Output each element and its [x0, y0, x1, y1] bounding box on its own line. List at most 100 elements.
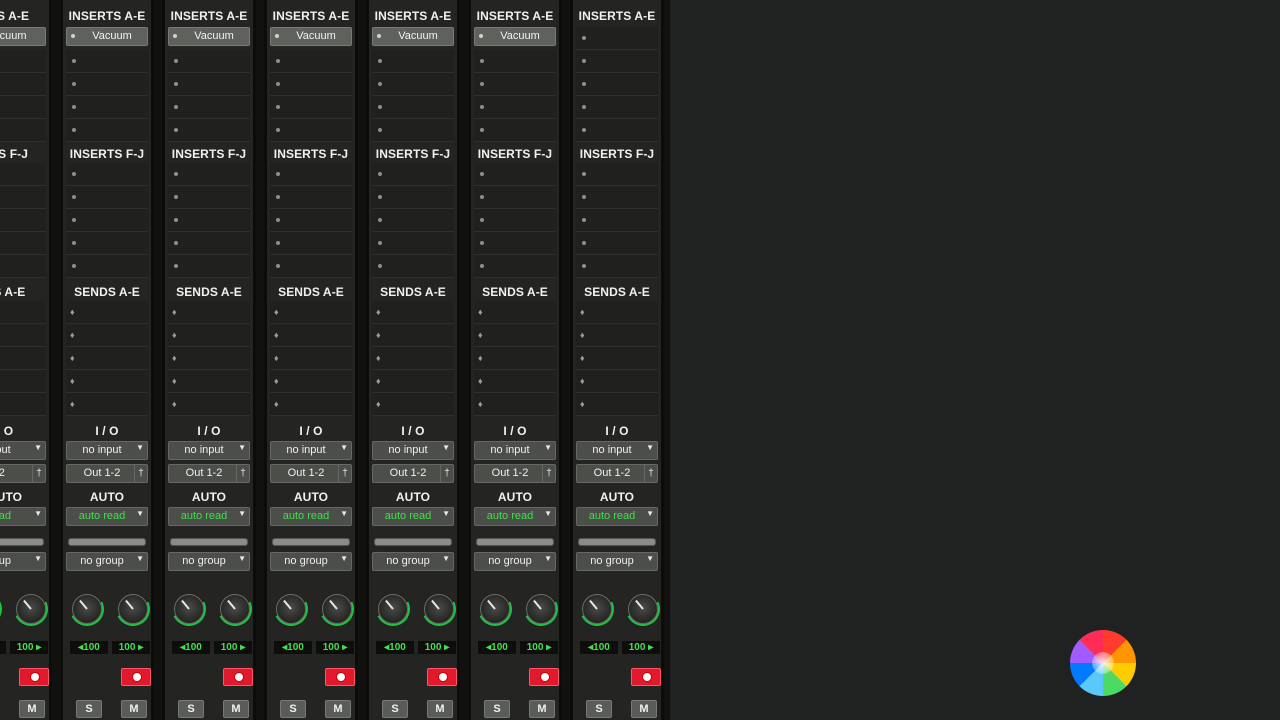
- mute-button[interactable]: M: [631, 700, 657, 718]
- insert-slot[interactable]: [474, 163, 556, 186]
- insert-slot[interactable]: [168, 50, 250, 73]
- send-slot[interactable]: ♦: [168, 347, 250, 370]
- automation-mode-selector[interactable]: auto read ▼: [270, 507, 352, 526]
- automation-mode-selector[interactable]: read ▼: [0, 507, 46, 526]
- insert-slot[interactable]: [0, 73, 46, 96]
- insert-bypass-dot[interactable]: [479, 34, 483, 38]
- insert-bypass-dot[interactable]: [71, 34, 75, 38]
- insert-slot[interactable]: [66, 119, 148, 142]
- solo-button[interactable]: S: [382, 700, 408, 718]
- send-slot[interactable]: ♦: [576, 324, 658, 347]
- insert-slot[interactable]: [270, 209, 352, 232]
- automation-mode-selector[interactable]: auto read ▼: [474, 507, 556, 526]
- group-selector[interactable]: no group ▼: [372, 552, 454, 571]
- send-slot[interactable]: ♦: [270, 393, 352, 416]
- pan-right-knob[interactable]: [621, 587, 665, 631]
- send-slot[interactable]: ♦: [168, 324, 250, 347]
- mute-button[interactable]: M: [427, 700, 453, 718]
- insert-slot[interactable]: [0, 209, 46, 232]
- record-arm-button[interactable]: [427, 668, 457, 686]
- insert-slot[interactable]: [576, 96, 658, 119]
- insert-slot[interactable]: [0, 50, 46, 73]
- send-slot[interactable]: ♦: [372, 370, 454, 393]
- send-slot[interactable]: ♦: [576, 301, 658, 324]
- send-slot[interactable]: ♦: [270, 301, 352, 324]
- insert-slot[interactable]: [474, 50, 556, 73]
- insert-slot[interactable]: [168, 209, 250, 232]
- mute-button[interactable]: M: [19, 700, 45, 718]
- send-slot[interactable]: ♦: [474, 324, 556, 347]
- pan-right-knob[interactable]: [111, 587, 155, 631]
- insert-slot[interactable]: [372, 163, 454, 186]
- send-slot[interactable]: ♦: [66, 347, 148, 370]
- output-selector[interactable]: Out 1-2 †: [168, 464, 250, 483]
- insert-slot[interactable]: [66, 96, 148, 119]
- insert-slot[interactable]: [270, 96, 352, 119]
- output-selector[interactable]: -2 †: [0, 464, 46, 483]
- send-slot[interactable]: ♦: [270, 347, 352, 370]
- insert-slot[interactable]: [0, 232, 46, 255]
- record-arm-button[interactable]: [325, 668, 355, 686]
- pan-left-knob[interactable]: [269, 587, 313, 631]
- insert-slot[interactable]: [168, 119, 250, 142]
- insert-slot[interactable]: [168, 73, 250, 96]
- insert-slot[interactable]: [576, 27, 658, 50]
- send-slot[interactable]: ♦: [372, 393, 454, 416]
- insert-slot[interactable]: [576, 50, 658, 73]
- insert-bypass-dot[interactable]: [173, 34, 177, 38]
- mute-button[interactable]: M: [121, 700, 147, 718]
- send-slot[interactable]: ♦: [0, 301, 46, 324]
- pan-right-knob[interactable]: [213, 587, 257, 631]
- send-slot[interactable]: ♦: [66, 324, 148, 347]
- pan-left-knob[interactable]: [473, 587, 517, 631]
- insert-slot[interactable]: [270, 255, 352, 278]
- output-selector[interactable]: Out 1-2 †: [270, 464, 352, 483]
- insert-plugin-slot[interactable]: Vacuum: [66, 27, 148, 46]
- insert-plugin-slot[interactable]: Vacuum: [270, 27, 352, 46]
- insert-slot[interactable]: [576, 255, 658, 278]
- insert-slot[interactable]: [372, 119, 454, 142]
- insert-slot[interactable]: [474, 255, 556, 278]
- insert-slot[interactable]: [66, 209, 148, 232]
- solo-button[interactable]: S: [280, 700, 306, 718]
- insert-slot[interactable]: [168, 96, 250, 119]
- insert-slot[interactable]: [474, 96, 556, 119]
- send-slot[interactable]: ♦: [66, 370, 148, 393]
- automation-mode-selector[interactable]: auto read ▼: [66, 507, 148, 526]
- insert-slot[interactable]: [576, 186, 658, 209]
- insert-slot[interactable]: [270, 163, 352, 186]
- send-slot[interactable]: ♦: [66, 301, 148, 324]
- insert-slot[interactable]: [474, 119, 556, 142]
- input-selector[interactable]: nput ▼: [0, 441, 46, 460]
- solo-button[interactable]: S: [178, 700, 204, 718]
- group-selector[interactable]: no group ▼: [576, 552, 658, 571]
- solo-button[interactable]: S: [586, 700, 612, 718]
- insert-plugin-slot[interactable]: acuum: [0, 27, 46, 46]
- input-selector[interactable]: no input ▼: [372, 441, 454, 460]
- send-slot[interactable]: ♦: [474, 301, 556, 324]
- insert-slot[interactable]: [168, 232, 250, 255]
- group-selector[interactable]: no group ▼: [66, 552, 148, 571]
- output-selector[interactable]: Out 1-2 †: [576, 464, 658, 483]
- insert-slot[interactable]: [270, 232, 352, 255]
- insert-plugin-slot[interactable]: Vacuum: [168, 27, 250, 46]
- insert-slot[interactable]: [66, 73, 148, 96]
- insert-slot[interactable]: [0, 255, 46, 278]
- insert-slot[interactable]: [474, 186, 556, 209]
- send-slot[interactable]: ♦: [168, 370, 250, 393]
- insert-slot[interactable]: [372, 50, 454, 73]
- mute-button[interactable]: M: [325, 700, 351, 718]
- insert-slot[interactable]: [66, 186, 148, 209]
- insert-slot[interactable]: [0, 96, 46, 119]
- send-slot[interactable]: ♦: [0, 347, 46, 370]
- send-slot[interactable]: ♦: [474, 347, 556, 370]
- pan-left-knob[interactable]: [65, 587, 109, 631]
- insert-slot[interactable]: [270, 50, 352, 73]
- insert-plugin-slot[interactable]: Vacuum: [474, 27, 556, 46]
- output-selector[interactable]: Out 1-2 †: [474, 464, 556, 483]
- send-slot[interactable]: ♦: [270, 324, 352, 347]
- pan-left-knob[interactable]: [371, 587, 415, 631]
- insert-slot[interactable]: [66, 50, 148, 73]
- insert-slot[interactable]: [0, 186, 46, 209]
- input-selector[interactable]: no input ▼: [168, 441, 250, 460]
